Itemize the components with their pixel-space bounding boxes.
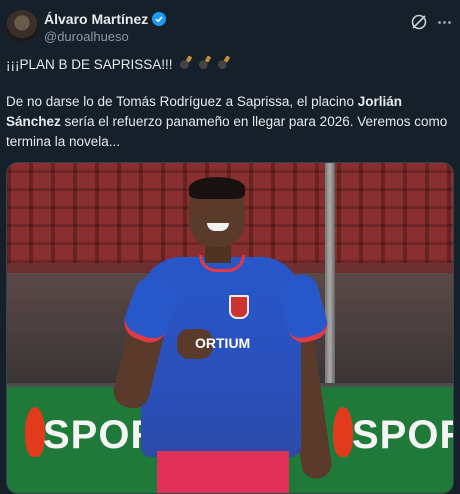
jersey-sponsor: ORTIUM — [195, 335, 251, 351]
bomb-icon — [179, 58, 192, 70]
verified-badge-icon — [152, 12, 167, 26]
club-crest-icon — [229, 295, 249, 319]
tweet-photo[interactable]: SPORA SPORA ORTIUM — [6, 162, 454, 494]
body-text-1: De no darse lo de Tomás Rodríguez a Sapr… — [6, 94, 358, 109]
grok-icon[interactable] — [410, 13, 428, 31]
author-name-row[interactable]: Álvaro Martínez — [44, 11, 167, 27]
tweet-headline: ¡¡¡PLAN B DE SAPRISSA!!! — [6, 55, 456, 75]
body-text-2: sería el refuerzo panameño en llegar par… — [6, 114, 448, 149]
headline-text: ¡¡¡PLAN B DE SAPRISSA!!! — [6, 57, 173, 72]
tweet-header: Álvaro Martínez @duroalhueso — [6, 8, 454, 48]
author-handle[interactable]: @duroalhueso — [44, 29, 129, 44]
avatar[interactable] — [6, 10, 38, 42]
more-options-icon[interactable] — [434, 12, 454, 32]
tweet-body: De no darse lo de Tomás Rodríguez a Sapr… — [6, 92, 456, 152]
bomb-icon — [198, 58, 211, 70]
banner-text: SPORA — [352, 413, 453, 457]
player-hair — [189, 177, 245, 199]
author-name[interactable]: Álvaro Martínez — [44, 11, 148, 27]
bomb-icon — [216, 58, 229, 70]
soccer-player: ORTIUM — [110, 177, 347, 493]
banner-logo — [25, 407, 45, 457]
player-shorts — [157, 451, 289, 493]
